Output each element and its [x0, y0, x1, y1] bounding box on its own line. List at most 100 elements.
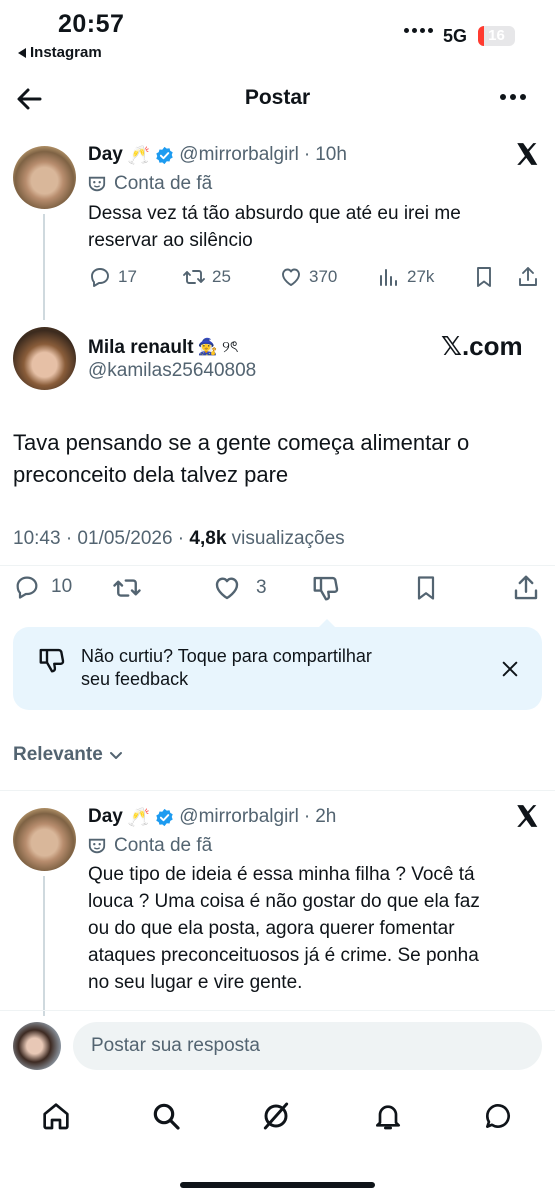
reply-button[interactable]: 10 [13, 573, 72, 601]
reply-button[interactable]: 17 [88, 265, 137, 289]
share-button[interactable] [511, 573, 541, 603]
x-logo-icon [514, 803, 540, 829]
post-text-line: ou do que ela posta, agora querer foment… [88, 918, 455, 939]
fan-badge-text: Conta de fã [114, 835, 213, 856]
reply-count: 17 [118, 267, 137, 286]
post-text-line: ataques preconceituosos já é crime. Se p… [88, 945, 479, 966]
like-count: 370 [309, 267, 338, 286]
author-emoji: 🧙‍♀️ ୨ৎ [197, 339, 239, 356]
reply-count: 10 [51, 576, 73, 597]
share-icon [519, 267, 537, 286]
post-time: 10h [315, 144, 347, 165]
x-logo-icon [514, 141, 540, 167]
heart-icon [215, 577, 239, 600]
page-title: Postar [244, 86, 311, 109]
like-button[interactable]: 3 [212, 573, 267, 603]
like-button[interactable]: 370 [279, 265, 337, 289]
author-name[interactable]: Day [88, 806, 123, 828]
post-text-line: preconceito dela talvez pare [13, 462, 289, 487]
bookmark-button[interactable] [412, 573, 440, 603]
avatar[interactable] [13, 327, 76, 390]
post-text-line: Que tipo de ideia é essa minha filha ? V… [88, 864, 475, 885]
post-text-line: louca ? Uma coisa é não gostar do que el… [88, 891, 480, 912]
views-count: 4,8k [189, 528, 227, 549]
post-text-line: Dessa vez tá tão absurdo que até eu irei… [88, 203, 461, 224]
author-name[interactable]: Mila renault [88, 337, 194, 359]
divider [0, 565, 555, 566]
post-meta: 10:43 · 01/05/2026 · 4,8k visualizações [13, 528, 345, 550]
reply-icon [16, 576, 38, 599]
views-count: 27k [407, 267, 435, 286]
post-header: Day 🥂 @mirrorbalgirl · 2h [88, 806, 336, 828]
reply-input[interactable]: Postar sua resposta [73, 1022, 542, 1070]
search-icon[interactable] [150, 1100, 182, 1132]
bell-icon[interactable] [372, 1100, 404, 1132]
verified-badge-icon [156, 146, 173, 164]
fan-badge-text: Conta de fã [114, 173, 213, 194]
battery-icon: 16 [478, 26, 515, 46]
fan-account-label: Conta de fã [88, 835, 212, 857]
back-to-instagram-link[interactable]: Instagram [18, 44, 102, 61]
repost-icon [183, 270, 205, 284]
separator-dot: · [303, 144, 311, 165]
verified-badge-icon [156, 808, 173, 826]
fan-account-label: Conta de fã [88, 173, 212, 195]
share-button[interactable] [516, 265, 540, 289]
sort-label: Relevante [13, 744, 103, 765]
post-time: 2h [315, 806, 337, 827]
feedback-text: Não curtiu? Toque para compartilhar seu … [81, 645, 372, 691]
author-emoji: 🥂 [127, 806, 151, 827]
bookmark-icon [417, 576, 435, 600]
dislike-button[interactable] [311, 573, 341, 603]
my-avatar [13, 1022, 61, 1070]
divider [0, 1010, 555, 1011]
thread-line [43, 214, 45, 320]
avatar[interactable] [13, 146, 76, 209]
bookmark-icon [477, 267, 491, 287]
post-text-line: Tava pensando se a gente começa alimenta… [13, 430, 470, 455]
feedback-text-line: Não curtiu? Toque para compartilhar [81, 646, 372, 666]
divider [0, 790, 555, 791]
post-header: Day 🥂 @mirrorbalgirl · 10h [88, 144, 347, 166]
feedback-banner[interactable]: Não curtiu? Toque para compartilhar seu … [13, 627, 542, 710]
author-handle: @kamilas25640808 [88, 360, 257, 381]
close-icon[interactable] [501, 660, 519, 678]
views-button[interactable]: 27k [377, 265, 434, 289]
repost-icon [113, 579, 141, 597]
home-indicator [180, 1182, 375, 1188]
messages-icon[interactable] [482, 1100, 514, 1132]
grok-icon[interactable] [260, 1100, 292, 1132]
post-text: Dessa vez tá tão absurdo que até eu irei… [88, 200, 461, 254]
main-post-text: Tava pensando se a gente começa alimenta… [13, 427, 469, 491]
author-handle: @mirrorbalgirl [179, 806, 299, 827]
thumbs-down-icon [39, 648, 65, 673]
chevron-down-icon [109, 752, 122, 759]
back-triangle-icon [18, 47, 26, 58]
back-app-label: Instagram [30, 44, 102, 61]
bookmark-button[interactable] [472, 265, 496, 289]
signal-icon [404, 28, 433, 33]
heart-icon [282, 268, 300, 286]
author-emoji: 🥂 [127, 144, 151, 165]
home-icon[interactable] [40, 1100, 72, 1132]
author-name[interactable]: Day [88, 144, 123, 166]
post-text-line: no seu lugar e vire gente. [88, 972, 303, 993]
share-icon [514, 575, 538, 600]
reply-placeholder: Postar sua resposta [91, 1035, 260, 1056]
network-label: 5G [443, 26, 468, 46]
theater-mask-icon [88, 176, 106, 192]
reply-icon [91, 268, 109, 287]
repost-button[interactable] [112, 573, 142, 603]
more-options-icon[interactable] [500, 94, 526, 100]
author-handle: @mirrorbalgirl [179, 144, 299, 165]
repost-button[interactable]: 25 [182, 265, 231, 289]
avatar[interactable] [13, 808, 76, 871]
like-count: 3 [256, 577, 267, 598]
feedback-text-line: seu feedback [81, 669, 189, 689]
theater-mask-icon [88, 838, 106, 854]
x-com-watermark: 𝕏.com [441, 331, 523, 361]
sort-dropdown[interactable]: Relevante [13, 744, 123, 766]
status-time: 20:57 [58, 10, 125, 38]
thread-line [43, 876, 45, 1016]
repost-count: 25 [212, 267, 231, 286]
